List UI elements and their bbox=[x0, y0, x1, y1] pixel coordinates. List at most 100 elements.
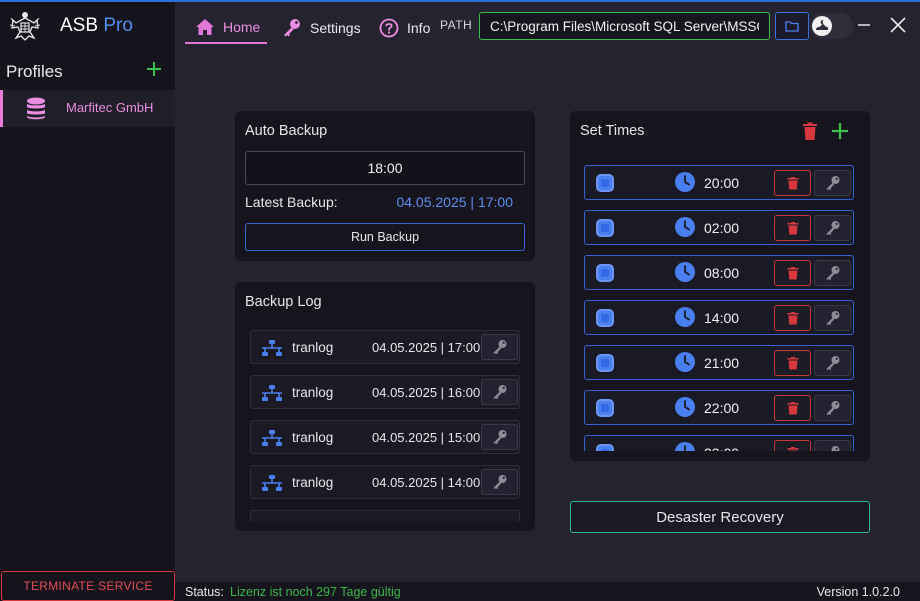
trash-icon bbox=[787, 447, 798, 451]
status-label: Status: bbox=[185, 585, 224, 599]
clock-icon bbox=[675, 217, 695, 237]
network-icon bbox=[262, 385, 282, 401]
trash-icon bbox=[787, 312, 798, 325]
log-key-button[interactable] bbox=[481, 469, 518, 495]
key-icon bbox=[831, 446, 839, 451]
app-header: ASB Pro bbox=[0, 2, 175, 50]
run-backup-button[interactable]: Run Backup bbox=[245, 223, 525, 251]
theme-toggle[interactable] bbox=[810, 13, 853, 39]
time-key-button[interactable] bbox=[814, 440, 851, 451]
time-key-button[interactable] bbox=[814, 170, 851, 196]
key-icon bbox=[826, 356, 839, 371]
time-row: 22:00 bbox=[584, 390, 854, 425]
log-timestamp: 04.05.2025 | 15:00 bbox=[372, 430, 481, 445]
time-enabled-checkbox[interactable] bbox=[596, 309, 614, 327]
home-icon bbox=[196, 19, 214, 35]
eagle-logo-icon bbox=[10, 12, 40, 41]
delete-time-button[interactable] bbox=[774, 440, 811, 451]
time-value: 21:00 bbox=[704, 355, 740, 371]
key-icon bbox=[284, 19, 300, 37]
status-bar: Status: Lizenz ist noch 297 Tage gültig … bbox=[175, 582, 920, 601]
set-times-list[interactable]: 20:00 02:00 08:00 14:00 21:00 22:00 23:00 bbox=[584, 165, 856, 451]
auto-backup-panel: Auto Backup Latest Backup: 04.05.2025 | … bbox=[235, 111, 535, 261]
log-timestamp: 04.05.2025 | 14:00 bbox=[372, 475, 481, 490]
time-enabled-checkbox[interactable] bbox=[596, 399, 614, 417]
close-icon[interactable] bbox=[888, 14, 908, 36]
delete-time-button[interactable] bbox=[774, 215, 811, 241]
folder-icon bbox=[785, 21, 799, 32]
clock-icon bbox=[675, 262, 695, 282]
log-row[interactable]: tranlog 04.05.2025 | 14:00 bbox=[250, 465, 520, 499]
key-icon bbox=[826, 221, 839, 236]
time-enabled-checkbox[interactable] bbox=[596, 354, 614, 372]
theme-toggle-knob bbox=[812, 16, 832, 36]
delete-time-button[interactable] bbox=[774, 305, 811, 331]
log-timestamp: 04.05.2025 | 17:00 bbox=[372, 340, 481, 355]
delete-time-button[interactable] bbox=[774, 170, 811, 196]
key-icon bbox=[493, 475, 506, 490]
disaster-recovery-button[interactable]: Desaster Recovery bbox=[570, 501, 870, 533]
trash-icon bbox=[787, 177, 798, 190]
tab-home[interactable]: Home bbox=[185, 12, 267, 44]
time-value: 20:00 bbox=[704, 175, 740, 191]
time-enabled-checkbox[interactable] bbox=[596, 444, 614, 451]
log-key-button[interactable] bbox=[481, 424, 518, 450]
time-row: 23:00 bbox=[584, 435, 854, 451]
clock-icon bbox=[675, 307, 695, 327]
log-key-button[interactable] bbox=[481, 334, 518, 360]
trash-icon bbox=[787, 357, 798, 370]
key-icon bbox=[826, 266, 839, 281]
version-label: Version 1.0.2.0 bbox=[816, 585, 900, 599]
time-enabled-checkbox[interactable] bbox=[596, 219, 614, 237]
clock-icon bbox=[675, 397, 695, 417]
add-time-icon[interactable] bbox=[831, 122, 849, 140]
browse-folder-button[interactable] bbox=[775, 12, 809, 40]
log-timestamp: 04.05.2025 | 16:00 bbox=[372, 385, 481, 400]
tab-info-label: Info bbox=[407, 20, 431, 36]
log-row[interactable]: tranlog 04.05.2025 | 16:00 bbox=[250, 375, 520, 409]
delete-all-trash-icon[interactable] bbox=[802, 121, 818, 141]
network-icon bbox=[262, 475, 282, 491]
profiles-label: Profiles bbox=[6, 62, 63, 81]
delete-time-button[interactable] bbox=[774, 350, 811, 376]
profile-item-marfitec[interactable]: Marfitec GmbH bbox=[0, 90, 175, 127]
tab-settings[interactable]: Settings bbox=[282, 12, 361, 44]
key-icon bbox=[826, 176, 839, 191]
path-input[interactable] bbox=[479, 12, 770, 40]
log-key-button[interactable] bbox=[481, 379, 518, 405]
terminate-service-button[interactable]: TERMINATE SERVICE bbox=[1, 571, 175, 601]
time-key-button[interactable] bbox=[814, 260, 851, 286]
time-enabled-checkbox[interactable] bbox=[596, 264, 614, 282]
time-row: 21:00 bbox=[584, 345, 854, 380]
delete-time-button[interactable] bbox=[774, 260, 811, 286]
time-value: 22:00 bbox=[704, 400, 740, 416]
time-key-button[interactable] bbox=[814, 350, 851, 376]
add-profile-icon[interactable] bbox=[145, 60, 163, 78]
backup-log-list[interactable]: tranlog 04.05.2025 | 17:00 tranlog 04.05.20… bbox=[245, 330, 521, 522]
log-type: tranlog bbox=[292, 385, 334, 400]
time-key-button[interactable] bbox=[814, 305, 851, 331]
log-row[interactable]: tranlog 04.05.2025 | 15:00 bbox=[250, 420, 520, 454]
auto-backup-time-input[interactable] bbox=[245, 151, 525, 185]
network-icon bbox=[262, 340, 282, 356]
key-icon bbox=[493, 430, 506, 445]
time-value: 14:00 bbox=[704, 310, 740, 326]
path-label: PATH bbox=[440, 18, 473, 32]
app-title: ASB Pro bbox=[60, 15, 133, 36]
license-status-text: Lizenz ist noch 297 Tage gültig bbox=[230, 585, 401, 599]
clock-icon bbox=[675, 172, 695, 192]
log-row[interactable] bbox=[250, 510, 520, 522]
delete-time-button[interactable] bbox=[774, 395, 811, 421]
key-icon bbox=[493, 385, 506, 400]
tab-info[interactable]: Info bbox=[379, 12, 430, 44]
log-row[interactable]: tranlog 04.05.2025 | 17:00 bbox=[250, 330, 520, 364]
latest-backup-value: 04.05.2025 | 17:00 bbox=[396, 194, 513, 210]
time-row: 20:00 bbox=[584, 165, 854, 200]
time-key-button[interactable] bbox=[814, 215, 851, 241]
minimize-icon[interactable] bbox=[856, 12, 872, 38]
tab-settings-label: Settings bbox=[310, 20, 361, 36]
time-key-button[interactable] bbox=[814, 395, 851, 421]
time-enabled-checkbox[interactable] bbox=[596, 174, 614, 192]
question-circle-icon bbox=[379, 18, 399, 38]
network-icon bbox=[262, 430, 282, 446]
